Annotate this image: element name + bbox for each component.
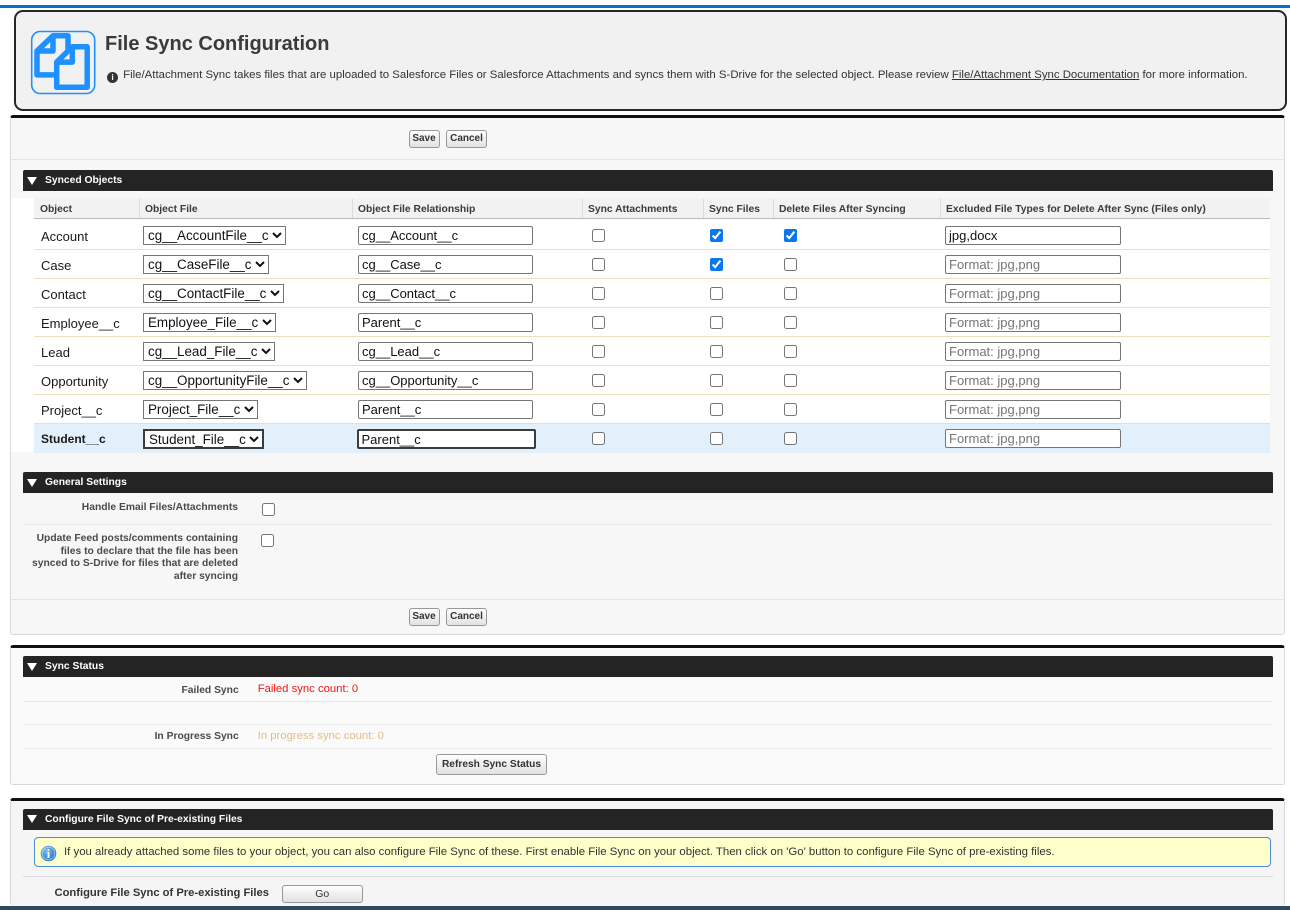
- svg-text:i: i: [47, 847, 51, 861]
